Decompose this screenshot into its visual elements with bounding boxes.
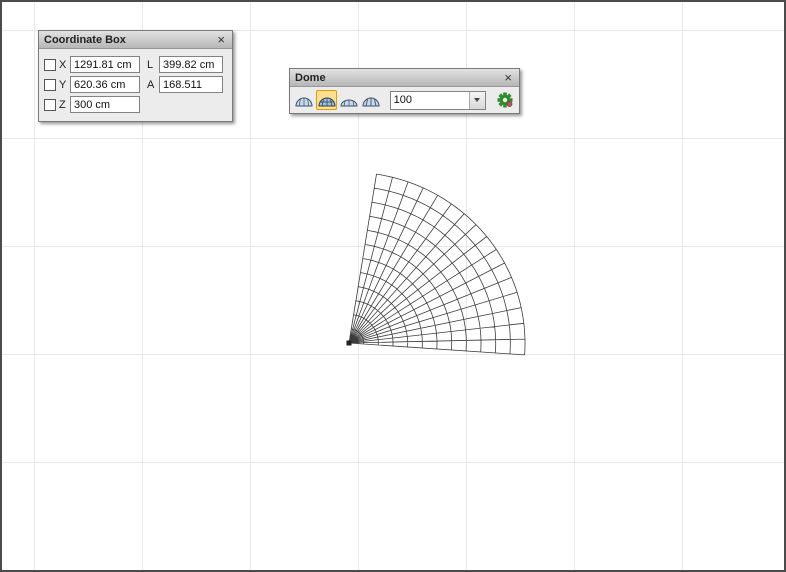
coordinate-box-titlebar[interactable]: Coordinate Box ×	[39, 31, 232, 49]
dome-tool-4-button[interactable]	[361, 90, 381, 110]
close-icon[interactable]: ×	[502, 71, 514, 84]
z-input[interactable]	[70, 96, 140, 113]
a-input[interactable]	[159, 76, 223, 93]
dome-icon	[340, 94, 358, 107]
coordinate-row-y: Y A	[44, 76, 227, 93]
x-checkbox[interactable]	[44, 59, 56, 71]
x-label: X	[59, 59, 70, 71]
dome-icon	[295, 94, 313, 107]
dome-settings-button[interactable]	[495, 90, 515, 110]
coordinate-box-title: Coordinate Box	[44, 34, 215, 46]
y-checkbox[interactable]	[44, 79, 56, 91]
z-label: Z	[59, 99, 70, 111]
dome-icon	[362, 94, 380, 107]
gear-icon	[497, 92, 513, 108]
dome-toolbar: Dome ×	[289, 68, 520, 114]
dome-value-input[interactable]	[391, 92, 469, 109]
l-label: L	[147, 59, 156, 71]
application-window: Coordinate Box × X L Y A Z	[0, 0, 786, 572]
dome-toolbar-titlebar[interactable]: Dome ×	[290, 69, 519, 87]
x-input[interactable]	[70, 56, 140, 73]
dome-tool-2-button[interactable]	[316, 90, 336, 110]
dome-toolbar-body	[290, 87, 519, 113]
dome-tool-1-button[interactable]	[294, 90, 314, 110]
dome-icon	[318, 94, 336, 107]
coordinate-box-body: X L Y A Z	[39, 49, 232, 121]
chevron-down-icon[interactable]	[469, 92, 485, 109]
coordinate-row-x: X L	[44, 56, 227, 73]
dome-toolbar-title: Dome	[295, 72, 502, 84]
y-label: Y	[59, 79, 70, 91]
dome-value-combo	[390, 91, 486, 110]
y-input[interactable]	[70, 76, 140, 93]
l-input[interactable]	[159, 56, 223, 73]
a-label: A	[147, 79, 156, 91]
dome-tool-3-button[interactable]	[339, 90, 359, 110]
close-icon[interactable]: ×	[215, 33, 227, 46]
coordinate-box-palette: Coordinate Box × X L Y A Z	[38, 30, 233, 122]
z-checkbox[interactable]	[44, 99, 56, 111]
coordinate-row-z: Z	[44, 96, 227, 113]
